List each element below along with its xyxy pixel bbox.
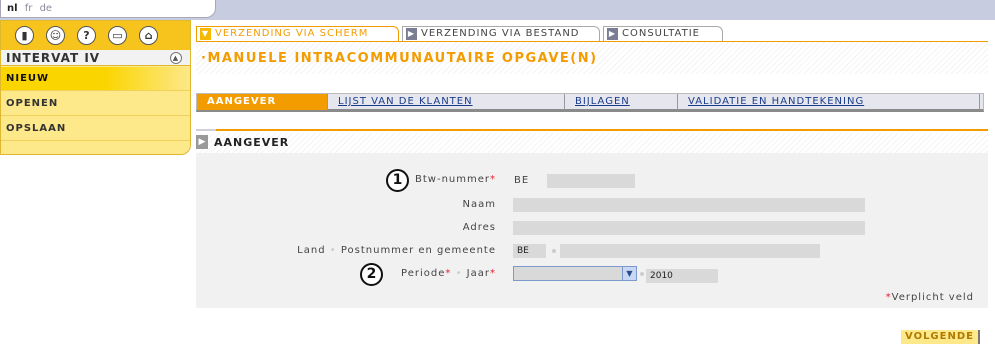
home-icon[interactable]: ⌂ [139,26,158,45]
period-year-label: Periode* • Jaar* [376,268,496,279]
required-note-text: Verplicht veld [891,292,974,303]
name-label: Naam [462,199,496,210]
toolbar: ▮ ☺ ? ▭ ⌂ [1,21,190,50]
required-marker: * [490,174,496,185]
vat-prefix: BE [514,175,530,186]
page-title: ·MANUELE INTRACOMMUNAUTAIRE OPGAVE(N) [196,42,988,74]
next-button[interactable]: VOLGENDE [901,330,980,344]
section-title: AANGEVER [214,136,290,149]
callout-1: 1 [386,169,409,192]
lang-de[interactable]: de [40,3,53,14]
separator-dot: • [329,245,337,256]
required-note: *Verplicht veld [836,292,974,303]
year-label: Jaar [466,268,490,279]
chevron-right-icon: ▶ [406,28,417,40]
user-icon[interactable]: ☺ [46,26,65,45]
lang-fr[interactable]: fr [25,3,33,14]
required-marker: * [490,268,496,279]
separator-dot: • [455,268,463,279]
country-label: Land [297,245,326,256]
postal-label: Postnummer en gemeente [340,245,496,256]
chevron-down-icon: ▼ [200,28,211,40]
tab-attachments[interactable]: BIJLAGEN [565,94,678,110]
menu-item-new[interactable]: NIEUW [1,67,190,91]
tab-send-screen[interactable]: ▼ VERZENDING VIA SCHERM [196,26,399,42]
language-selector: nl fr de [0,0,216,18]
vat-number-field[interactable] [547,174,635,188]
year-field[interactable]: 2010 [646,269,718,283]
chevron-right-icon: ▶ [607,28,618,40]
postal-city-field[interactable] [560,244,820,258]
name-field[interactable] [513,198,865,212]
declarant-form: Btw-nummer* BE Naam Adres Land • Postnum… [196,153,988,308]
period-select[interactable]: ▼ [513,266,637,281]
country-field[interactable]: BE [513,244,546,258]
sub-tab-bar: AANGEVER LIJST VAN DE KLANTEN BIJLAGEN V… [196,93,984,112]
tab-consultation[interactable]: ▶ CONSULTATIE [603,26,723,42]
print-icon[interactable]: ▭ [108,26,127,45]
left-panel: ▮ ☺ ? ▭ ⌂ INTERVAT IV ▲ NIEUW OPENEN OPS… [0,20,191,155]
tab-send-screen-label: VERZENDING VIA SCHERM [215,28,369,39]
door-icon[interactable]: ▮ [15,26,34,45]
required-marker: * [445,268,452,279]
separator-dot [640,272,644,276]
period-label: Periode [401,268,446,279]
lang-nl[interactable]: nl [7,3,18,14]
app-title: INTERVAT IV [6,51,101,65]
tab-send-file[interactable]: ▶ VERZENDING VIA BESTAND [402,26,600,42]
menu-item-open[interactable]: OPENEN [1,92,190,116]
separator-dot [552,249,556,253]
tab-consultation-label: CONSULTATIE [622,28,700,39]
help-icon[interactable]: ? [77,26,96,45]
chevron-down-icon[interactable]: ▼ [622,267,636,280]
collapse-icon[interactable]: ▲ [170,52,182,64]
tab-client-list[interactable]: LIJST VAN DE KLANTEN [328,94,565,110]
callout-2: 2 [360,263,383,286]
vat-label-text: Btw-nummer [415,174,490,185]
tab-validation[interactable]: VALIDATIE EN HANDTEKENING [678,94,980,110]
address-field[interactable] [513,221,865,235]
country-postal-label: Land • Postnummer en gemeente [266,245,496,256]
app-title-bar: INTERVAT IV ▲ [1,50,190,66]
tab-declarant[interactable]: AANGEVER [197,94,328,110]
address-label: Adres [462,222,496,233]
menu-item-save[interactable]: OPSLAAN [1,117,190,141]
section-divider [196,129,988,131]
section-header: ▶ AANGEVER [196,133,988,153]
tab-send-file-label: VERZENDING VIA BESTAND [421,28,580,39]
chevron-right-icon: ▶ [196,135,208,149]
